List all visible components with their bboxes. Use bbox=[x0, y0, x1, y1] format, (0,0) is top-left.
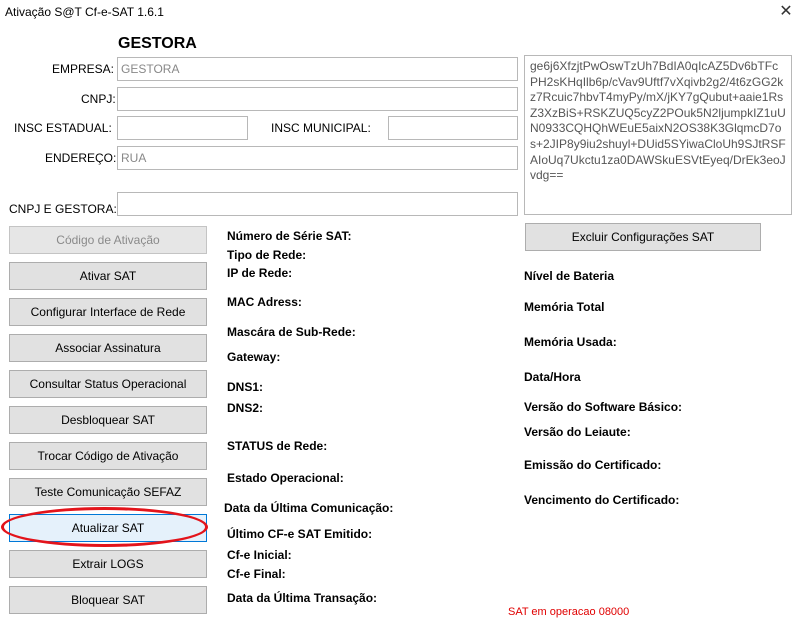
teste-comunicacao-sefaz-button[interactable]: Teste Comunicação SEFAZ bbox=[9, 478, 207, 506]
configurar-interface-rede-button[interactable]: Configurar Interface de Rede bbox=[9, 298, 207, 326]
info-versao-software-basico: Versão do Software Básico: bbox=[524, 400, 683, 414]
info-mascara-sub-rede: Mascára de Sub-Rede: bbox=[227, 325, 356, 339]
certificate-textbox[interactable]: ge6j6XfzjtPwOswTzUh7BdIA0qIcAZ5Dv6bTFcPH… bbox=[524, 55, 792, 215]
consultar-status-operacional-button[interactable]: Consultar Status Operacional bbox=[9, 370, 207, 398]
codigo-ativacao-button[interactable]: Código de Ativação bbox=[9, 226, 207, 254]
company-heading: GESTORA bbox=[118, 35, 197, 52]
desbloquear-sat-button[interactable]: Desbloquear SAT bbox=[9, 406, 207, 434]
info-numero-serie: Número de Série SAT: bbox=[227, 229, 352, 243]
cnpj-label: CNPJ: bbox=[81, 92, 116, 106]
info-memoria-usada: Memória Usada: bbox=[524, 335, 617, 349]
cnpj-gestora-label: CNPJ E GESTORA: bbox=[9, 202, 117, 216]
endereco-label: ENDEREÇO: bbox=[45, 151, 117, 165]
bloquear-sat-button[interactable]: Bloquear SAT bbox=[9, 586, 207, 614]
trocar-codigo-ativacao-button[interactable]: Trocar Código de Ativação bbox=[9, 442, 207, 470]
insc-municipal-label: INSC MUNICIPAL: bbox=[271, 121, 371, 135]
cnpj-gestora-field[interactable] bbox=[117, 192, 518, 216]
insc-estadual-field[interactable] bbox=[117, 116, 248, 140]
insc-municipal-field[interactable] bbox=[388, 116, 518, 140]
info-ip-rede: IP de Rede: bbox=[227, 266, 293, 280]
endereco-field[interactable]: RUA bbox=[117, 146, 518, 170]
info-memoria-total: Memória Total bbox=[524, 300, 605, 314]
title-bar: Ativação S@T Cf-e-SAT 1.6.1 ✕ bbox=[0, 0, 810, 26]
info-cfe-inicial: Cf-e Inicial: bbox=[227, 548, 292, 562]
insc-estadual-label: INSC ESTADUAL: bbox=[14, 121, 112, 135]
info-versao-leiaute: Versão do Leiaute: bbox=[524, 425, 631, 439]
info-data-ultima-transacao: Data da Última Transação: bbox=[227, 591, 378, 605]
info-status-rede: STATUS de Rede: bbox=[227, 439, 328, 453]
info-cfe-final: Cf-e Final: bbox=[227, 567, 286, 581]
info-tipo-rede: Tipo de Rede: bbox=[227, 248, 307, 262]
info-mac-address: MAC Adress: bbox=[227, 295, 302, 309]
info-data-ultima-comunicacao: Data da Última Comunicação: bbox=[224, 501, 394, 515]
ativar-sat-button[interactable]: Ativar SAT bbox=[9, 262, 207, 290]
info-nivel-bateria: Nível de Bateria bbox=[524, 269, 615, 283]
empresa-label: EMPRESA: bbox=[52, 62, 115, 76]
close-icon[interactable]: ✕ bbox=[775, 2, 797, 22]
empresa-field[interactable]: GESTORA bbox=[117, 57, 518, 81]
info-dns2: DNS2: bbox=[227, 401, 264, 415]
status-message: SAT em operacao 08000 bbox=[508, 606, 630, 618]
cnpj-field[interactable] bbox=[117, 87, 518, 111]
associar-assinatura-button[interactable]: Associar Assinatura bbox=[9, 334, 207, 362]
info-ultimo-cfe-emitido: Último CF-e SAT Emitido: bbox=[227, 527, 373, 541]
excluir-configuracoes-button[interactable]: Excluir Configurações SAT bbox=[525, 223, 761, 251]
extrair-logs-button[interactable]: Extrair LOGS bbox=[9, 550, 207, 578]
info-emissao-certificado: Emissão do Certificado: bbox=[524, 458, 662, 472]
atualizar-sat-button[interactable]: Atualizar SAT bbox=[9, 514, 207, 542]
info-data-hora: Data/Hora bbox=[524, 370, 581, 384]
info-vencimento-certificado: Vencimento do Certificado: bbox=[524, 493, 680, 507]
window-title: Ativação S@T Cf-e-SAT 1.6.1 bbox=[5, 5, 164, 19]
info-estado-operacional: Estado Operacional: bbox=[227, 471, 344, 485]
info-dns1: DNS1: bbox=[227, 380, 264, 394]
info-gateway: Gateway: bbox=[227, 350, 281, 364]
